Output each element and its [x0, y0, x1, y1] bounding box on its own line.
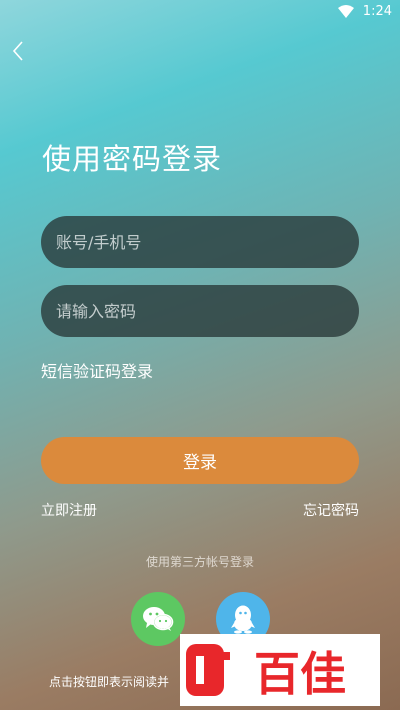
agreement-text: 点击按钮即表示阅读并 — [49, 675, 170, 689]
register-link[interactable]: 立即注册 — [41, 500, 97, 520]
chevron-left-icon[interactable] — [8, 38, 30, 64]
account-field[interactable] — [41, 216, 359, 268]
status-time: 1:24 — [362, 4, 392, 19]
wechat-login-button[interactable] — [131, 592, 185, 646]
baijia-logo: 百佳 — [180, 634, 380, 706]
sms-login-link[interactable]: 短信验证码登录 — [41, 358, 153, 382]
login-button[interactable]: 登录 — [41, 437, 359, 484]
password-input[interactable] — [41, 285, 359, 337]
third-party-label: 使用第三方帐号登录 — [145, 555, 254, 569]
qq-icon — [231, 605, 255, 634]
account-input[interactable] — [41, 216, 359, 268]
svg-text:百佳: 百佳 — [254, 647, 346, 701]
wifi-icon — [338, 5, 354, 18]
page-title: 使用密码登录 — [42, 142, 223, 176]
password-field[interactable] — [41, 285, 359, 337]
wechat-icon — [143, 607, 174, 631]
status-bar: 1:24 — [0, 0, 400, 24]
forgot-password-link[interactable]: 忘记密码 — [303, 500, 359, 520]
